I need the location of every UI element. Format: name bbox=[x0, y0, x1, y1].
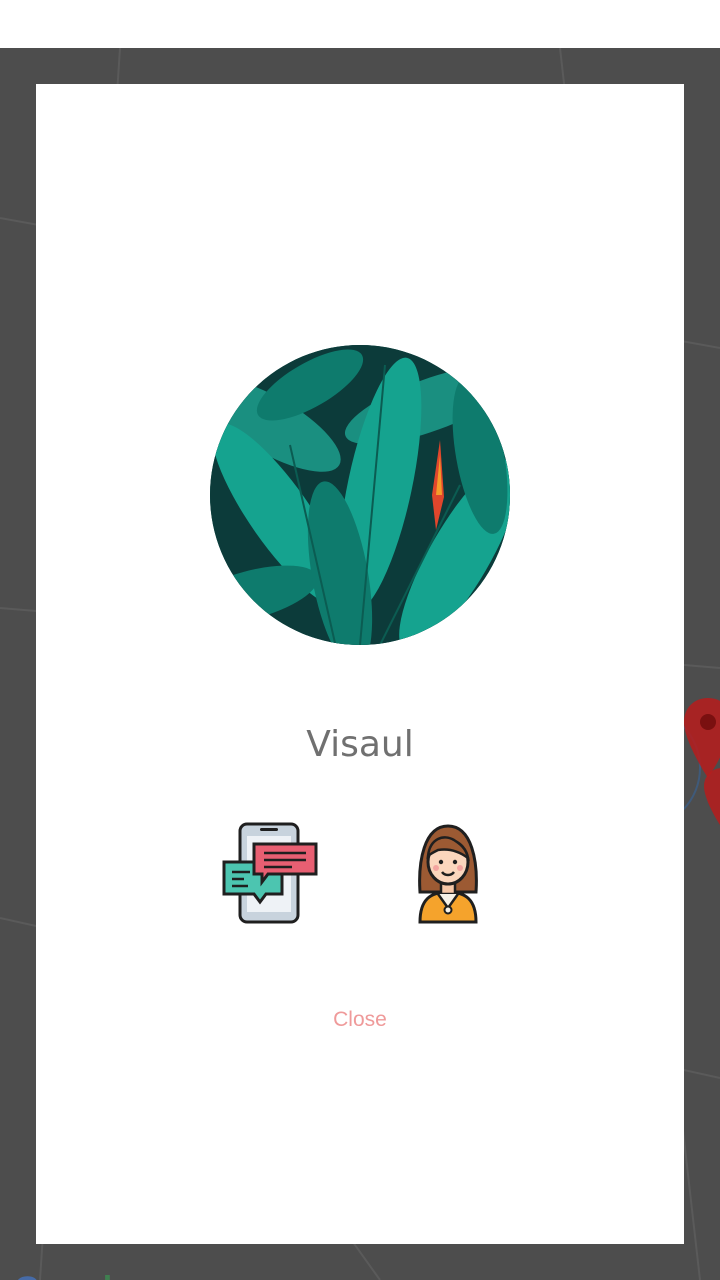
map-marker-icon[interactable] bbox=[682, 698, 720, 858]
profile-photo bbox=[210, 345, 510, 645]
google-logo: Google bbox=[14, 1270, 131, 1280]
user-profile-icon bbox=[418, 824, 478, 924]
status-bar bbox=[0, 0, 720, 48]
user-profile-button[interactable] bbox=[414, 822, 484, 926]
close-button[interactable]: Close bbox=[310, 1002, 410, 1038]
chat-message-button[interactable] bbox=[222, 822, 318, 926]
profile-dialog: Visaul Close bbox=[36, 84, 684, 1244]
chat-message-icon bbox=[222, 822, 318, 924]
profile-name: Visaul bbox=[306, 724, 414, 765]
